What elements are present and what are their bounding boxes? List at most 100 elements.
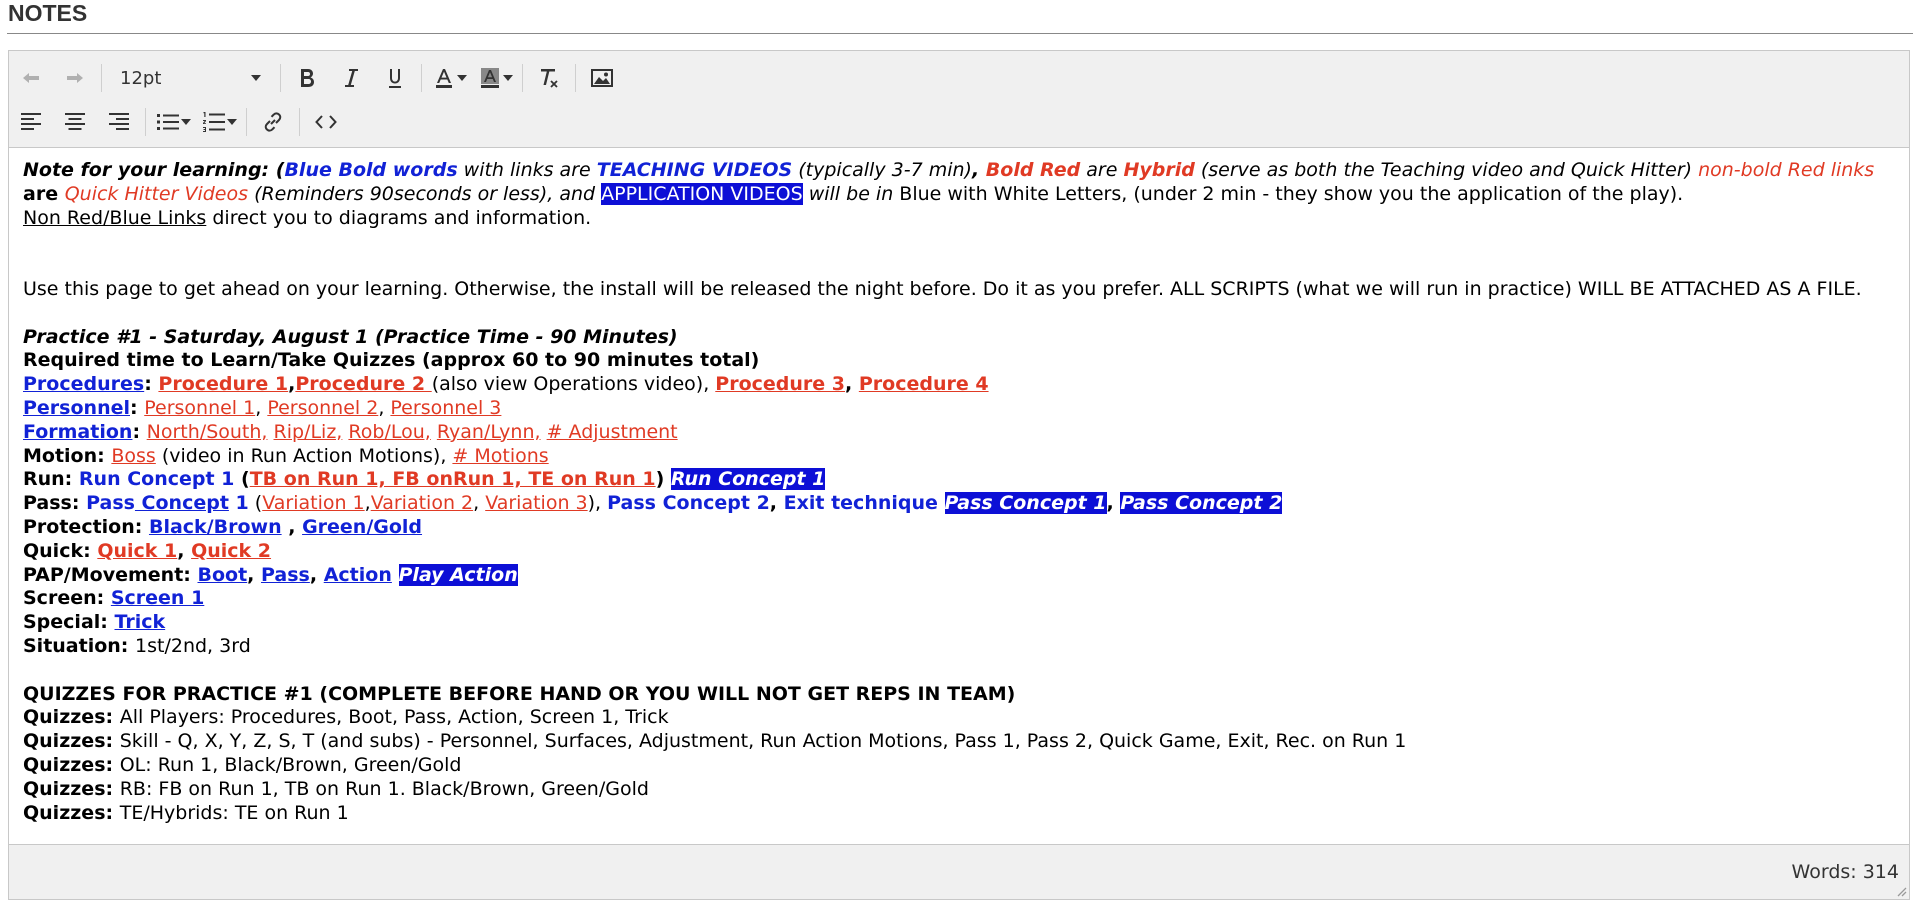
procedures-line: Procedures: Procedure 1, Procedure 2 (als…: [23, 373, 1897, 397]
quiz-label: Quizzes:: [23, 730, 120, 753]
italic-button[interactable]: [329, 58, 373, 98]
variation-3-link[interactable]: Variation 3: [485, 492, 587, 514]
resize-handle-icon[interactable]: [1895, 885, 1907, 897]
code-icon: [315, 115, 337, 129]
separator: [392, 564, 399, 586]
text-color-dropdown[interactable]: [452, 58, 472, 98]
legend-text: with links are: [457, 159, 597, 181]
quiz-text: RB: FB on Run 1, TB on Run 1. Black/Brow…: [119, 777, 649, 800]
link-icon: [264, 112, 282, 132]
pass-concept-1-application[interactable]: Pass Concept 1: [944, 492, 1107, 515]
toolbar-separator: [575, 64, 576, 92]
black-brown-link[interactable]: Black/Brown: [149, 516, 282, 538]
chevron-down-icon: [503, 75, 513, 81]
screen-1-link[interactable]: Screen 1: [111, 587, 204, 609]
redo-icon: [67, 73, 83, 83]
legend-teaching-videos: TEACHING VIDEOS: [596, 159, 793, 181]
toolbar-separator: [299, 108, 300, 136]
underline-button[interactable]: [373, 58, 417, 98]
procedure-2-link[interactable]: Procedure 2: [295, 373, 431, 395]
personnel-3-link[interactable]: Personnel 3: [390, 397, 501, 419]
procedure-1-link[interactable]: Procedure 1: [158, 373, 288, 395]
pass-link[interactable]: Pass: [261, 564, 310, 586]
quick-1-link[interactable]: Quick 1: [97, 540, 177, 562]
quick-line: Quick: Quick 1, Quick 2: [23, 540, 1897, 564]
pass-concept-link[interactable]: Concept: [135, 492, 229, 514]
procedures-link[interactable]: Procedures: [23, 373, 144, 395]
variation-2-link[interactable]: Variation 2: [371, 492, 473, 514]
motions-link[interactable]: # Motions: [452, 445, 548, 467]
quiz-text: Skill - Q, X, Y, Z, S, T (and subs) - Pe…: [119, 730, 1407, 753]
green-gold-link[interactable]: Green/Gold: [302, 516, 422, 538]
exit-technique: Exit technique: [783, 492, 938, 515]
numbered-list-dropdown[interactable]: [222, 102, 242, 142]
action-link[interactable]: Action: [324, 564, 392, 586]
formation-link[interactable]: Formation: [23, 421, 132, 443]
align-center-icon: [65, 113, 85, 130]
word-count: Words: 314: [1791, 861, 1899, 883]
formation-ryan-lynn-link[interactable]: Ryan/Lynn,: [437, 421, 541, 443]
boss-link[interactable]: Boss: [111, 445, 155, 467]
bold-button[interactable]: [285, 58, 329, 98]
personnel-2-link[interactable]: Personnel 2: [267, 397, 378, 419]
insert-image-button[interactable]: [580, 58, 624, 98]
page-title: NOTES: [8, 0, 88, 26]
procedure-3-link[interactable]: Procedure 3: [715, 373, 845, 395]
legend-text: are: [1080, 159, 1124, 181]
align-right-button[interactable]: [97, 102, 141, 142]
background-color-dropdown[interactable]: [498, 58, 518, 98]
separator: :: [132, 420, 147, 443]
editor-content[interactable]: Note for your learning: (Blue Bold words…: [23, 159, 1897, 891]
legend-text: Blue with White Letters, (under 2 min - …: [899, 182, 1684, 205]
screen-label: Screen:: [23, 587, 111, 610]
chevron-down-icon: [457, 75, 467, 81]
run-hybrid-links[interactable]: TB on Run 1, FB onRun 1, TE on Run 1: [250, 468, 656, 490]
personnel-link[interactable]: Personnel: [23, 397, 130, 419]
undo-button[interactable]: [9, 58, 53, 98]
align-center-button[interactable]: [53, 102, 97, 142]
run-concept-teaching: Run Concept 1: [78, 468, 235, 491]
formation-rob-lou-link[interactable]: Rob/Lou,: [348, 421, 430, 443]
pass-concept-2-application[interactable]: Pass Concept 2: [1120, 492, 1283, 515]
pass-concept-number: 1: [228, 492, 249, 515]
formation-north-south-link[interactable]: North/South,: [147, 421, 268, 443]
formation-adjustment-link[interactable]: # Adjustment: [547, 421, 678, 443]
separator: (: [248, 492, 263, 515]
separator: ,: [177, 539, 192, 562]
legend-hybrid: Hybrid: [1123, 159, 1195, 181]
pass-concept-2-teaching: Pass Concept 2: [607, 492, 770, 515]
separator: ): [655, 468, 671, 491]
clear-formatting-icon: [541, 69, 558, 88]
bullet-list-dropdown[interactable]: [176, 102, 196, 142]
quiz-line: Quizzes: All Players: Procedures, Boot, …: [23, 706, 1897, 730]
protection-label: Protection:: [23, 515, 149, 538]
quiz-label: Quizzes:: [23, 753, 120, 776]
formation-rip-liz-link[interactable]: Rip/Liz,: [274, 421, 343, 443]
procedure-4-link[interactable]: Procedure 4: [859, 373, 989, 395]
toolbar-separator: [145, 108, 146, 136]
clear-formatting-button[interactable]: [527, 58, 571, 98]
play-action-application[interactable]: Play Action: [398, 563, 518, 586]
insert-link-button[interactable]: [251, 102, 295, 142]
quick-2-link[interactable]: Quick 2: [191, 540, 271, 562]
underline-icon: [389, 69, 401, 88]
trick-link[interactable]: Trick: [115, 611, 166, 633]
protection-line: Protection: Black/Brown , Green/Gold: [23, 516, 1897, 540]
legend-text: are: [23, 182, 65, 205]
variation-1-link[interactable]: Variation 1: [262, 492, 364, 514]
legend-non-red-blue: Non Red/Blue Links: [23, 206, 207, 229]
toolbar-row-1: 12pt: [9, 58, 624, 98]
run-concept-application[interactable]: Run Concept 1: [670, 468, 826, 491]
chevron-down-icon: [251, 75, 261, 81]
separator: (: [234, 468, 250, 491]
boot-link[interactable]: Boot: [198, 564, 248, 586]
personnel-1-link[interactable]: Personnel 1: [144, 397, 255, 419]
align-left-button[interactable]: [9, 102, 53, 142]
font-size-select[interactable]: 12pt: [106, 58, 276, 98]
procedures-note: (also view Operations video),: [431, 373, 716, 396]
separator: ,: [309, 563, 324, 586]
source-code-button[interactable]: [304, 102, 348, 142]
redo-button[interactable]: [53, 58, 97, 98]
